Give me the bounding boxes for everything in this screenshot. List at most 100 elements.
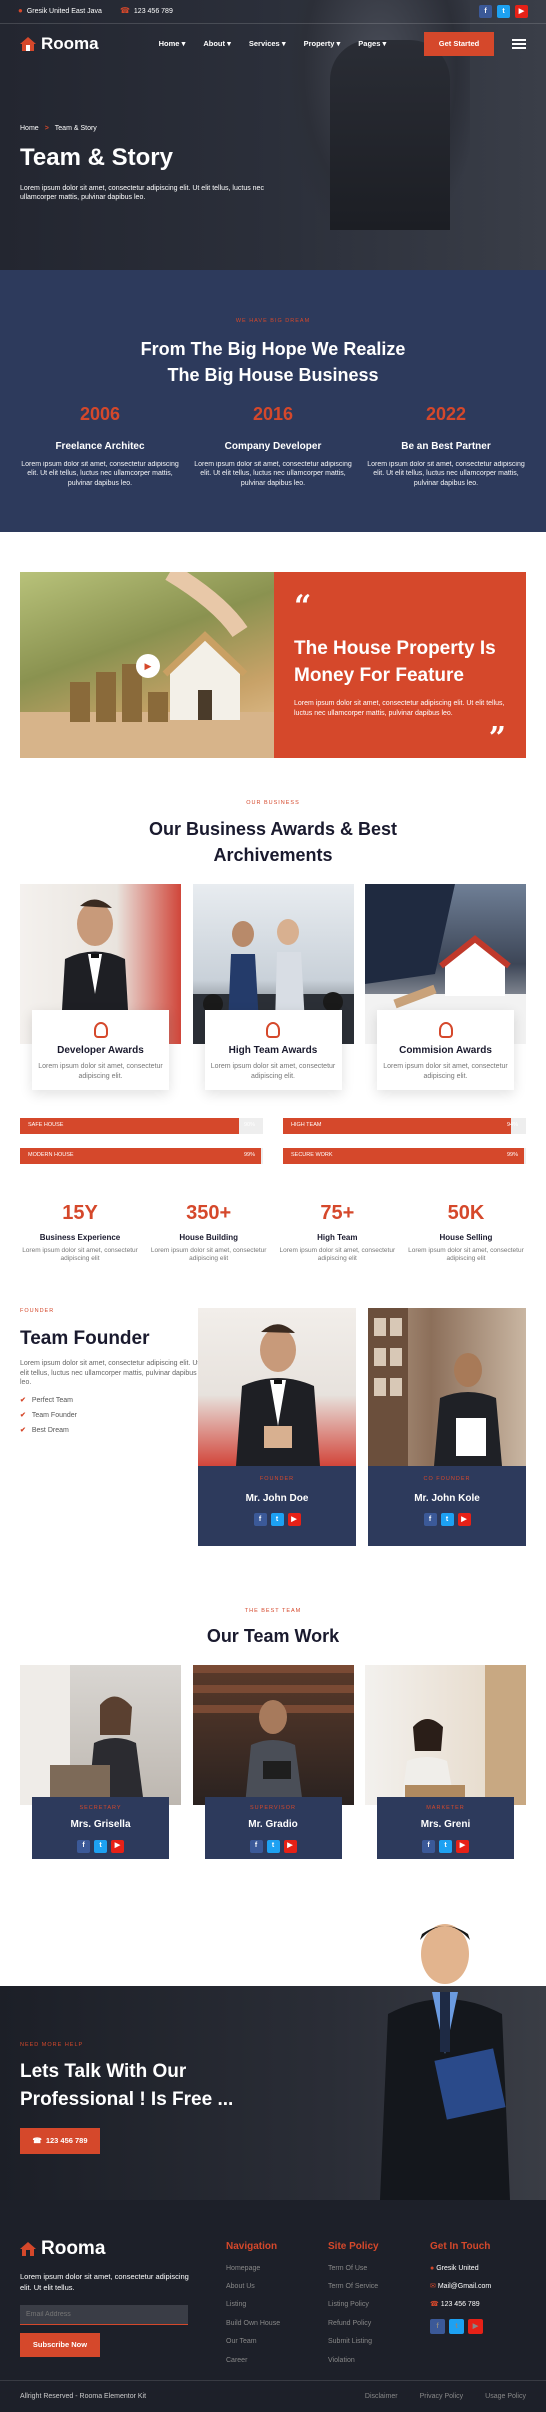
timeline-year: 2006	[79, 404, 121, 424]
cta-phone-button[interactable]: ☎ 123 456 789	[20, 2128, 100, 2154]
contact-item[interactable]: ✉ Mail@Gmail.com	[430, 2282, 491, 2291]
get-started-button[interactable]: Get Started	[424, 32, 494, 56]
footer-link[interactable]: Listing Policy	[328, 2300, 379, 2309]
hero-section: ● Gresik United East Java ☎ 123 456 789 …	[0, 0, 546, 270]
map-pin-icon: ●	[430, 2264, 435, 2272]
team-socials: f t ▶	[205, 1839, 342, 1853]
award-card[interactable]: Developer Awards Lorem ipsum dolor sit a…	[20, 883, 181, 1104]
contact-item[interactable]: ☎ 123 456 789	[430, 2300, 491, 2309]
copyright-bar: Allright Reserved - Rooma Elementor Kit …	[0, 2380, 546, 2412]
twitter-icon[interactable]: t	[94, 1839, 107, 1853]
chevron-down-icon: ▾	[181, 38, 186, 48]
house-logo-icon	[20, 2241, 36, 2256]
site-footer: Rooma Lorem ipsum dolor sit amet, consec…	[0, 2200, 546, 2412]
footer-link[interactable]: Term Of Service	[328, 2282, 379, 2291]
cta-person-image	[380, 1924, 510, 2200]
breadcrumb-home[interactable]: Home	[20, 125, 39, 132]
footer-link[interactable]: Listing	[226, 2300, 280, 2309]
nav-item-pages[interactable]: Pages ▾	[358, 39, 386, 49]
team-card[interactable]: SUPERVISOR Mr. Gradio f t ▶	[192, 1664, 354, 1859]
brand-logo[interactable]: Rooma	[20, 33, 99, 56]
menu-icon[interactable]	[512, 39, 526, 49]
facebook-icon[interactable]: f	[479, 5, 492, 18]
facebook-icon[interactable]: f	[422, 1839, 435, 1853]
facebook-icon[interactable]: f	[423, 1513, 437, 1527]
legal-link[interactable]: Disclaimer	[365, 2392, 398, 2401]
address-text: Gresik United East Java	[26, 7, 102, 15]
nav-item-services[interactable]: Services ▾	[249, 39, 286, 49]
youtube-icon[interactable]: ▶	[283, 1839, 297, 1853]
twitter-icon[interactable]: t	[449, 2318, 464, 2334]
footer-nav-title: Navigation	[226, 2241, 278, 2252]
nav-item-property[interactable]: Property ▾	[304, 39, 341, 49]
team-name: Mrs. Grisella	[70, 1819, 131, 1831]
team-card[interactable]: SECRETARY Mrs. Grisella f t ▶	[20, 1664, 181, 1859]
promo-quote-box: “ The House Property Is Money For Featur…	[274, 572, 526, 758]
footer-logo[interactable]: Rooma	[20, 2236, 200, 2262]
youtube-icon[interactable]: ▶	[468, 2318, 483, 2334]
twitter-icon[interactable]: t	[439, 1839, 452, 1853]
awards-title-line1: Our Business Awards & Best	[148, 819, 398, 840]
footer-link[interactable]: Term Of Use	[328, 2264, 379, 2273]
counter-text: Lorem ipsum dolor sit amet, consectetur …	[22, 1246, 138, 1263]
quote-icon: “	[294, 589, 312, 624]
footer-link[interactable]: Build Own House	[226, 2319, 280, 2328]
founder-card[interactable]: FOUNDER Mr. John Doe f t ▶	[198, 1308, 356, 1547]
award-card[interactable]: High Team Awards Lorem ipsum dolor sit a…	[192, 883, 354, 1104]
phone-item[interactable]: ☎ 123 456 789	[120, 6, 173, 17]
progress-bar-track	[523, 1147, 526, 1164]
counter-number: 50K	[447, 1201, 485, 1224]
youtube-icon[interactable]: ▶	[111, 1839, 124, 1853]
footer-link[interactable]: About Us	[226, 2282, 280, 2291]
team-photo	[192, 1664, 354, 1805]
footer-link[interactable]: Refund Policy	[328, 2319, 379, 2328]
footer-socials: f t ▶	[430, 2318, 491, 2343]
youtube-icon[interactable]: ▶	[287, 1513, 301, 1527]
footer-link[interactable]: Violation	[328, 2356, 379, 2365]
hero-person-image	[330, 40, 450, 230]
contact-item: ● Gresik United	[430, 2264, 479, 2272]
skill-bars-right: HIGH TEAM 94% SECURE WORK 99%	[283, 1117, 526, 1178]
progress-bar-track	[260, 1147, 263, 1164]
footer-contact-column: Get In Touch ● Gresik United ✉ Mail@Gmai…	[430, 2240, 491, 2352]
youtube-icon[interactable]: ▶	[515, 5, 528, 18]
team-name: Mrs. Greni	[420, 1819, 471, 1831]
legal-link[interactable]: Usage Policy	[485, 2392, 526, 2401]
founder-title: Team Founder	[20, 1327, 150, 1349]
footer-link[interactable]: Submit Listing	[328, 2337, 379, 2346]
play-icon[interactable]: ▶	[136, 654, 160, 678]
founder-card[interactable]: CO FOUNDER Mr. John Kole f t ▶	[368, 1308, 526, 1547]
facebook-icon[interactable]: f	[430, 2318, 445, 2334]
founder-section: FOUNDER Team Founder Lorem ipsum dolor s…	[0, 1308, 546, 1608]
house-logo-icon	[20, 37, 36, 51]
youtube-icon[interactable]: ▶	[457, 1513, 471, 1527]
nav-item-home[interactable]: Home ▾	[159, 39, 186, 49]
award-card[interactable]: Commision Awards Lorem ipsum dolor sit a…	[365, 883, 526, 1104]
twitter-icon[interactable]: t	[270, 1513, 284, 1527]
footer-link[interactable]: Our Team	[226, 2337, 280, 2346]
email-input[interactable]	[20, 2305, 188, 2326]
youtube-icon[interactable]: ▶	[456, 1839, 469, 1853]
nav-item-about[interactable]: About ▾	[203, 39, 231, 49]
timeline-text: Lorem ipsum dolor sit amet, consectetur …	[194, 460, 352, 487]
subscribe-button[interactable]: Subscribe Now	[20, 2333, 100, 2358]
timeline-text: Lorem ipsum dolor sit amet, consectetur …	[21, 460, 179, 487]
twitter-icon[interactable]: t	[497, 5, 510, 18]
counter-item: 75+ High Team Lorem ipsum dolor sit amet…	[277, 1200, 397, 1264]
twitter-icon[interactable]: t	[266, 1839, 280, 1853]
legal-links: Disclaimer Privacy Policy Usage Policy	[365, 2392, 526, 2401]
twitter-icon[interactable]: t	[440, 1513, 454, 1527]
map-pin-icon: ●	[18, 6, 23, 16]
progress-value: 90%	[243, 1122, 255, 1129]
legal-link[interactable]: Privacy Policy	[420, 2392, 464, 2401]
facebook-icon[interactable]: f	[249, 1839, 263, 1853]
facebook-icon[interactable]: f	[77, 1839, 90, 1853]
award-text: Lorem ipsum dolor sit amet, consectetur …	[38, 1063, 163, 1081]
footer-link[interactable]: Career	[226, 2356, 280, 2365]
check-item: ✔ Team Founder	[20, 1411, 78, 1419]
founder-name: Mr. John Doe	[245, 1492, 309, 1504]
facebook-icon[interactable]: f	[253, 1513, 267, 1527]
team-card[interactable]: MARKETER Mrs. Greni f t ▶	[365, 1664, 526, 1859]
footer-link[interactable]: Homepage	[226, 2264, 280, 2273]
founder-socials: f t ▶	[368, 1513, 526, 1527]
